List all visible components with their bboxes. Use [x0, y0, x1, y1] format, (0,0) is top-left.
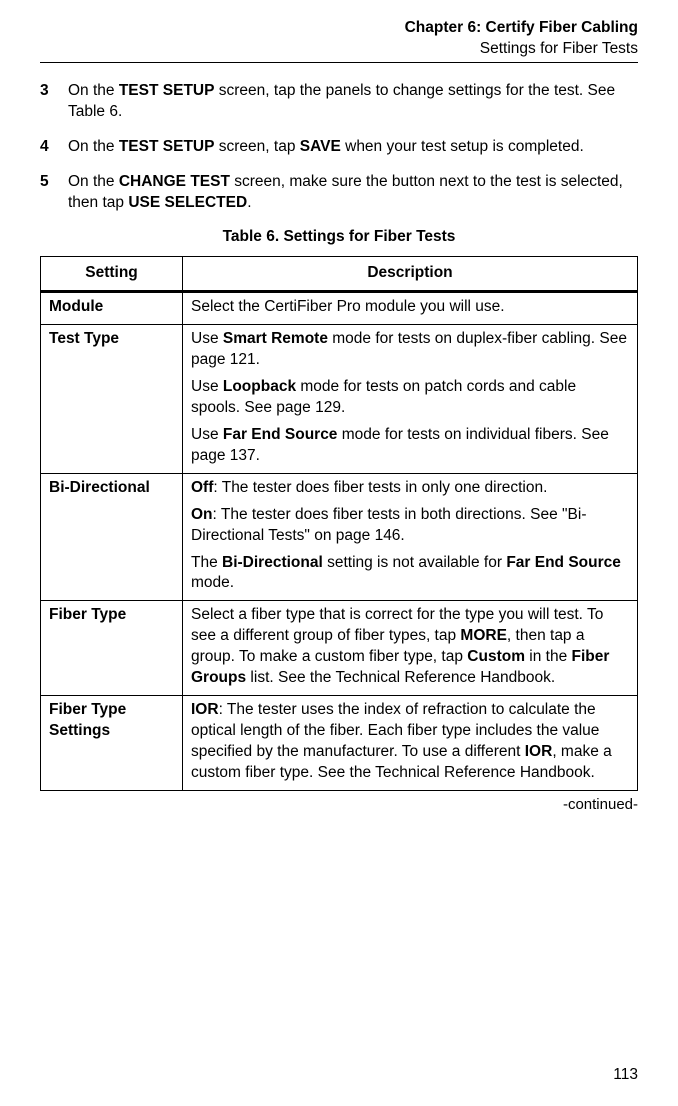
table-row: Module Select the CertiFiber Pro module y…: [41, 292, 638, 325]
desc-paragraph: IOR: The tester uses the index of refrac…: [191, 700, 629, 784]
desc-paragraph: Use Loopback mode for tests on patch cor…: [191, 377, 629, 419]
setting-desc-cell: Select the CertiFiber Pro module you wil…: [183, 292, 638, 325]
table-row: Fiber TypeSelect a fiber type that is co…: [41, 601, 638, 696]
steps-list: 3On the TEST SETUP screen, tap the panel…: [40, 81, 638, 214]
step-number: 4: [40, 137, 68, 158]
setting-desc-cell: Use Smart Remote mode for tests on duple…: [183, 325, 638, 474]
setting-name-cell: Fiber Type: [41, 601, 183, 696]
setting-desc-cell: Off: The tester does fiber tests in only…: [183, 473, 638, 601]
page-header: Chapter 6: Certify Fiber Cabling Setting…: [40, 0, 638, 63]
setting-name-cell: Bi-Directional: [41, 473, 183, 601]
desc-paragraph: Off: The tester does fiber tests in only…: [191, 478, 629, 499]
step: 5On the CHANGE TEST screen, make sure th…: [40, 172, 638, 214]
col-setting-header: Setting: [41, 257, 183, 292]
page-number: 113: [613, 1065, 638, 1086]
col-description-header: Description: [183, 257, 638, 292]
step: 4On the TEST SETUP screen, tap SAVE when…: [40, 137, 638, 158]
desc-paragraph: Select a fiber type that is correct for …: [191, 605, 629, 689]
setting-desc-cell: IOR: The tester uses the index of refrac…: [183, 696, 638, 791]
settings-table: Setting Description Module Select the Cer…: [40, 256, 638, 790]
step-text: On the CHANGE TEST screen, make sure the…: [68, 172, 638, 214]
table-row: Fiber Type SettingsIOR: The tester uses …: [41, 696, 638, 791]
step-text: On the TEST SETUP screen, tap SAVE when …: [68, 137, 638, 158]
step: 3On the TEST SETUP screen, tap the panel…: [40, 81, 638, 123]
table-row: Test TypeUse Smart Remote mode for tests…: [41, 325, 638, 474]
table-body: Module Select the CertiFiber Pro module y…: [41, 292, 638, 790]
step-text: On the TEST SETUP screen, tap the panels…: [68, 81, 638, 123]
desc-paragraph: On: The tester does fiber tests in both …: [191, 505, 629, 547]
step-number: 3: [40, 81, 68, 123]
desc-paragraph: Use Far End Source mode for tests on ind…: [191, 425, 629, 467]
section-title: Settings for Fiber Tests: [40, 39, 638, 60]
desc-paragraph: Select the CertiFiber Pro module you wil…: [191, 297, 629, 318]
continued-label: -continued-: [40, 795, 638, 815]
setting-name-cell: Module: [41, 292, 183, 325]
step-number: 5: [40, 172, 68, 214]
setting-name-cell: Fiber Type Settings: [41, 696, 183, 791]
table-caption: Table 6. Settings for Fiber Tests: [40, 227, 638, 248]
setting-desc-cell: Select a fiber type that is correct for …: [183, 601, 638, 696]
desc-paragraph: The Bi-Directional setting is not availa…: [191, 553, 629, 595]
desc-paragraph: Use Smart Remote mode for tests on duple…: [191, 329, 629, 371]
setting-name-cell: Test Type: [41, 325, 183, 474]
chapter-title: Chapter 6: Certify Fiber Cabling: [40, 18, 638, 39]
table-row: Bi-Directional Off: The tester does fiber…: [41, 473, 638, 601]
